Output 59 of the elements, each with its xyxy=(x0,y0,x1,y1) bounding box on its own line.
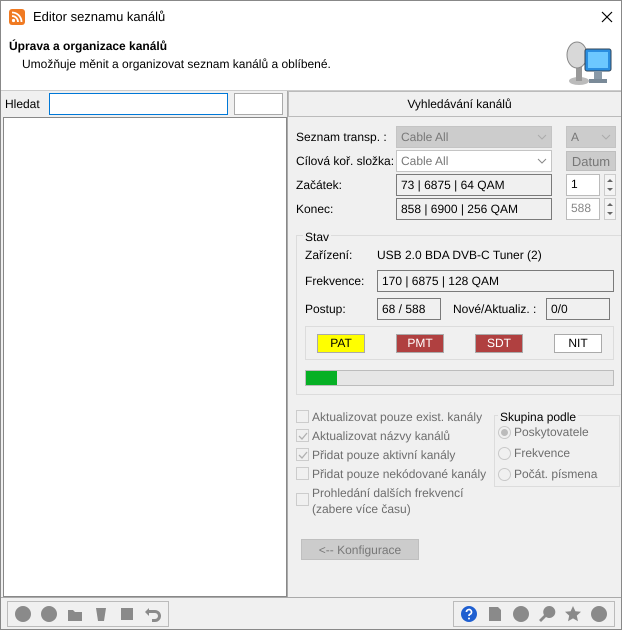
checkbox-label: Aktualizovat názvy kanálů xyxy=(312,428,450,444)
header-subtitle: Umožňuje měnit a organizovat seznam kanálů a oblíbené. xyxy=(21,56,332,73)
checkbox[interactable] xyxy=(296,493,309,506)
feed-icon xyxy=(9,8,25,24)
radio-label: Poskytovatele xyxy=(514,424,589,441)
radio-label: Frekvence xyxy=(514,445,570,462)
search-field[interactable] xyxy=(48,93,228,115)
device-name: USB 2.0 BDA DVB-C Tuner (2) xyxy=(377,247,542,264)
checkbox[interactable] xyxy=(296,448,309,461)
table-status-indicator: NIT xyxy=(554,334,602,352)
check-icon xyxy=(298,432,308,440)
search-label: Hledat xyxy=(5,96,40,113)
table-status-indicator: SDT xyxy=(475,334,523,352)
chevron-icon xyxy=(601,134,611,140)
device-label: Zařízení: xyxy=(305,247,354,264)
dropdown[interactable]: Cable All xyxy=(396,150,552,172)
document-icon[interactable] xyxy=(486,604,504,622)
chevron-icon xyxy=(537,134,547,140)
checkbox-label: Přidat pouze aktivní kanály xyxy=(312,447,456,463)
help-icon[interactable] xyxy=(460,604,478,622)
readout-field: 858 | 6900 | 256 QAM xyxy=(396,198,552,220)
progress-label: Postup: xyxy=(305,301,347,318)
checkbox-label: Prohledání dalších frekvencí (zabere více času) xyxy=(312,485,464,517)
checkbox-label: Přidat pouze nekódované kanály xyxy=(312,466,486,482)
progress-readout: 68 / 588 xyxy=(377,298,441,320)
checkbox[interactable] xyxy=(296,429,309,442)
checkbox-label: Aktualizovat pouze exist. kanály xyxy=(312,409,482,425)
frequency-label: Frekvence: xyxy=(305,273,366,290)
table-status-indicator: PMT xyxy=(396,334,444,352)
spin-buttons[interactable] xyxy=(604,198,616,220)
checkbox[interactable] xyxy=(296,410,309,423)
radio-button[interactable] xyxy=(498,426,511,438)
field-label: Konec: xyxy=(296,201,334,218)
close-icon[interactable] xyxy=(601,10,613,22)
circle-icon[interactable] xyxy=(590,604,608,622)
field-label: Cílová koř. složka: xyxy=(296,153,392,170)
chevron-icon xyxy=(537,158,547,164)
spin-buttons[interactable] xyxy=(604,174,616,196)
checkbox[interactable] xyxy=(296,467,309,480)
radio-button[interactable] xyxy=(498,468,511,480)
key-icon[interactable] xyxy=(538,604,556,622)
star-icon[interactable] xyxy=(564,604,582,622)
window-title: Editor seznamu kanálů xyxy=(33,8,166,26)
filter-field[interactable] xyxy=(234,93,283,115)
readout-field: 73 | 6875 | 64 QAM xyxy=(396,174,552,196)
configuration-button[interactable]: <-- Konfigurace xyxy=(301,539,419,560)
scan-tab[interactable]: Vyhledávání kanálů xyxy=(288,91,621,117)
table-status-indicator: PAT xyxy=(317,334,365,352)
check-icon xyxy=(298,450,308,458)
field-label: Seznam transp. : xyxy=(296,129,388,146)
new-label: Nové/Aktualiz. : xyxy=(453,301,538,318)
frequency-readout: 170 | 6875 | 128 QAM xyxy=(377,270,614,292)
field-label: Začátek: xyxy=(296,177,344,194)
radio-label: Počát. písmena xyxy=(514,466,598,483)
radio-button[interactable] xyxy=(498,446,511,460)
new-readout: 0/0 xyxy=(546,298,610,320)
header-title: Úprava a organizace kanálů xyxy=(9,38,168,55)
number-field[interactable]: 1 xyxy=(566,174,600,196)
date-button[interactable]: Datum xyxy=(566,151,616,171)
